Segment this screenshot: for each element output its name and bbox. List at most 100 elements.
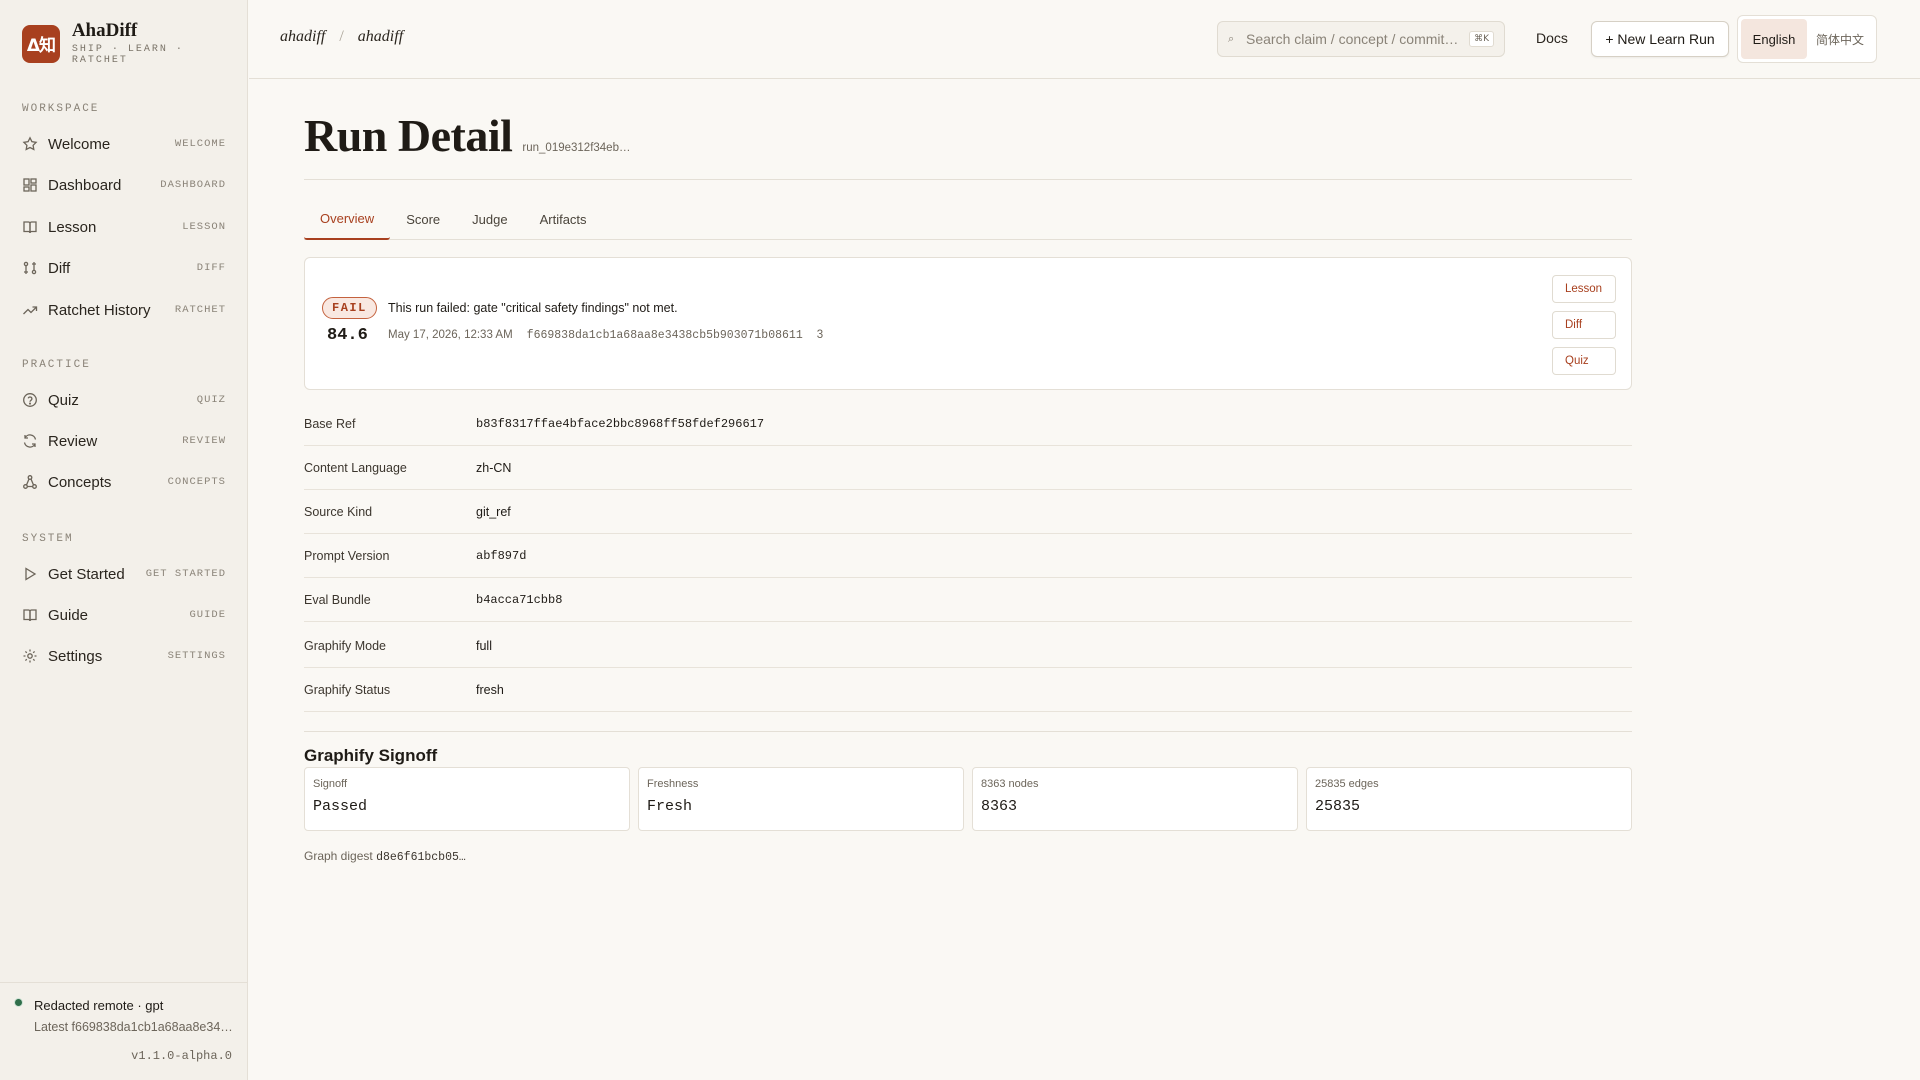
search-input[interactable] — [1246, 31, 1470, 47]
stat-card-signoff: Signoff Passed — [304, 767, 630, 831]
sidebar-footer: Redacted remote · gpt Latest f669838da1c… — [0, 982, 248, 1080]
run-count: 3 — [816, 329, 824, 341]
stat-value: 8363 — [981, 798, 1018, 815]
detail-row-graphify-status: Graphify Status fresh — [304, 668, 1632, 712]
sidebar-item-label: Dashboard — [48, 176, 122, 194]
run-date: May 17, 2026, 12:33 AM — [388, 329, 513, 341]
sidebar-item-code: QUIZ — [196, 394, 226, 406]
breadcrumb-separator: / — [339, 28, 344, 45]
sidebar-item-guide[interactable]: Guide GUIDE — [0, 597, 248, 633]
stat-card-nodes: 8363 nodes 8363 — [972, 767, 1298, 831]
stat-card-freshness: Freshness Fresh — [638, 767, 964, 831]
sidebar-item-ratchet-history[interactable]: Ratchet History RATCHET — [0, 292, 248, 328]
sidebar-item-label: Review — [48, 432, 98, 450]
sidebar-item-code: DIFF — [196, 262, 226, 274]
app-name: AhaDiff — [71, 20, 138, 41]
detail-value: b83f8317ffae4bface2bbc8968ff58fdef296617 — [476, 416, 765, 431]
detail-value: full — [476, 638, 492, 653]
brand[interactable]: Δ知 AhaDiff SHIP · LEARN · RATCHET — [22, 21, 247, 66]
run-score: 84.6 — [327, 326, 368, 345]
sidebar-item-label: Lesson — [48, 218, 97, 236]
sidebar-item-dashboard[interactable]: Dashboard DASHBOARD — [0, 167, 248, 203]
app-version: v1.1.0-alpha.0 — [131, 1049, 232, 1063]
detail-key: Graphify Mode — [304, 638, 386, 653]
tab-judge[interactable]: Judge — [456, 198, 523, 240]
app-logo: Δ知 — [22, 24, 60, 63]
sidebar-item-label: Quiz — [48, 391, 79, 409]
detail-row-source-kind: Source Kind git_ref — [304, 490, 1632, 534]
status-badge: FAIL — [322, 297, 377, 319]
dashboard-icon — [22, 177, 38, 193]
stat-label: Signoff — [313, 778, 348, 790]
language-english[interactable]: English — [1741, 19, 1807, 59]
sidebar-item-code: LESSON — [182, 221, 226, 233]
book-open-icon — [22, 607, 38, 623]
tab-artifacts[interactable]: Artifacts — [524, 198, 603, 240]
sidebar-item-quiz[interactable]: Quiz QUIZ — [0, 382, 248, 418]
detail-key: Source Kind — [304, 504, 373, 519]
play-icon — [22, 566, 38, 582]
language-switcher: English 简体中文 — [1737, 15, 1877, 63]
section-label-system: SYSTEM — [22, 533, 74, 545]
detail-row-graphify-mode: Graphify Mode full — [304, 624, 1632, 668]
sidebar-item-concepts[interactable]: Concepts CONCEPTS — [0, 464, 248, 500]
latest-commit: Latest f669838da1cb1a68aa8e3438cb5b90307… — [34, 1020, 234, 1034]
detail-value: b4acca71cbb8 — [476, 592, 563, 607]
breadcrumb-item-repo[interactable]: ahadiff — [358, 28, 403, 46]
remote-label: Redacted remote · gpt — [34, 998, 164, 1013]
detail-key: Graphify Status — [304, 682, 391, 697]
run-summary-card: FAIL 84.6 This run failed: gate "critica… — [304, 257, 1632, 390]
docs-link[interactable]: Docs — [1536, 30, 1568, 46]
sidebar-item-get-started[interactable]: Get Started GET STARTED — [0, 556, 248, 592]
trend-icon — [22, 302, 38, 318]
stat-card-edges: 25835 edges 25835 — [1306, 767, 1632, 831]
book-icon — [22, 219, 38, 235]
graphify-signoff-title: Graphify Signoff — [304, 746, 438, 765]
detail-value: git_ref — [476, 504, 511, 519]
sidebar-item-review[interactable]: Review REVIEW — [0, 423, 248, 459]
run-commit: f669838da1cb1a68aa8e3438cb5b903071b08611 — [526, 329, 803, 342]
sidebar-item-welcome[interactable]: Welcome WELCOME — [0, 126, 248, 162]
sidebar-item-label: Get Started — [48, 565, 125, 583]
diff-icon — [22, 260, 38, 276]
run-meta: May 17, 2026, 12:33 AM f669838da1cb1a68a… — [388, 329, 823, 342]
stat-label: Freshness — [647, 778, 699, 790]
stat-label: 8363 nodes — [981, 778, 1039, 790]
language-chinese[interactable]: 简体中文 — [1807, 19, 1873, 59]
tab-bar: Overview Score Judge Artifacts — [304, 198, 1632, 240]
sidebar-item-label: Ratchet History — [48, 301, 151, 319]
lesson-button[interactable]: Lesson — [1552, 275, 1616, 303]
divider — [304, 179, 1632, 180]
failure-message: This run failed: gate "critical safety f… — [388, 301, 678, 315]
sidebar-item-code: GET STARTED — [145, 568, 226, 580]
detail-key: Content Language — [304, 460, 407, 475]
tab-score[interactable]: Score — [390, 198, 456, 240]
graphify-stats: Signoff Passed Freshness Fresh 8363 node… — [304, 767, 1632, 831]
detail-key: Prompt Version — [304, 548, 390, 563]
breadcrumb-item-org[interactable]: ahadiff — [280, 28, 325, 46]
search-icon: ⌕ — [1228, 32, 1235, 45]
detail-row-prompt-version: Prompt Version abf897d — [304, 534, 1632, 578]
detail-row-base-ref: Base Ref b83f8317ffae4bface2bbc8968ff58f… — [304, 402, 1632, 446]
sidebar-item-label: Welcome — [48, 135, 111, 153]
sidebar-item-lesson[interactable]: Lesson LESSON — [0, 209, 248, 245]
star-icon — [22, 136, 38, 152]
graph-digest-label: Graph digest — [304, 849, 373, 863]
section-label-workspace: WORKSPACE — [22, 103, 100, 115]
search-shortcut-hint: ⌘K — [1469, 31, 1494, 47]
gear-icon — [22, 648, 38, 664]
sidebar-item-code: REVIEW — [182, 435, 226, 447]
sidebar-item-code: WELCOME — [174, 138, 226, 150]
detail-key: Eval Bundle — [304, 592, 371, 607]
refresh-icon — [22, 433, 38, 449]
detail-value: abf897d — [476, 548, 527, 563]
sidebar-item-settings[interactable]: Settings SETTINGS — [0, 638, 248, 674]
quiz-button[interactable]: Quiz — [1552, 347, 1616, 375]
topbar: ahadiff / ahadiff ⌕ ⌘K Docs + New Learn … — [249, 0, 1920, 79]
new-learn-run-button[interactable]: + New Learn Run — [1591, 21, 1729, 57]
section-label-practice: PRACTICE — [22, 359, 91, 371]
tab-overview[interactable]: Overview — [304, 198, 391, 240]
search-box[interactable]: ⌕ ⌘K — [1217, 21, 1505, 57]
sidebar-item-diff[interactable]: Diff DIFF — [0, 250, 248, 286]
diff-button[interactable]: Diff — [1552, 311, 1616, 339]
